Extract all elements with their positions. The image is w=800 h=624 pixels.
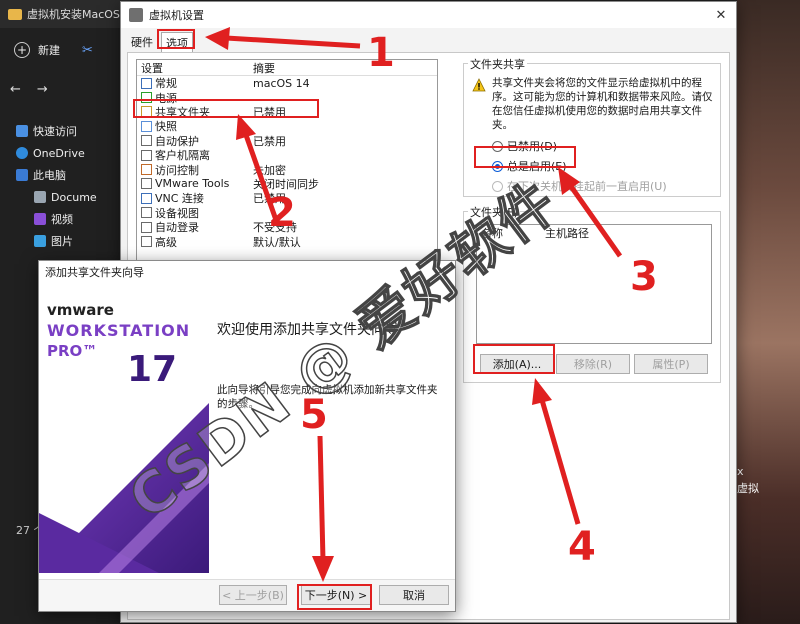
forward-arrow-icon[interactable]: → (37, 82, 48, 97)
explorer-title: 虚拟机安装MacOS (27, 8, 120, 21)
snapshot-icon (141, 120, 152, 132)
options-row-name: 访问控制 (155, 163, 199, 177)
options-row[interactable]: 常规 macOS 14 (137, 76, 437, 90)
sidebar-item-label: 此电脑 (33, 169, 66, 182)
sidebar-item-label: OneDrive (33, 146, 85, 160)
sidebar-item-label: 图片 (51, 235, 73, 248)
options-row[interactable]: 快照 (137, 119, 437, 133)
cloud-icon (16, 147, 28, 159)
options-row-name: VMware Tools (155, 177, 230, 191)
options-row[interactable]: VMware Tools 关闭时间同步 (137, 177, 437, 191)
scissors-icon[interactable]: ✂ (82, 43, 93, 58)
sidebar-item-videos[interactable]: 视频 (0, 208, 130, 230)
share-description: 共享文件夹会将您的文件显示给虚拟机中的程序。这可能为您的计算机和数据带来风险。请… (492, 77, 713, 131)
sidebar-item-pictures[interactable]: 图片 (0, 230, 130, 252)
annotation-number: 3 (630, 254, 658, 300)
sidebar-item-this-pc[interactable]: 此电脑 (0, 164, 130, 186)
sidebar-item-onedrive[interactable]: OneDrive (0, 142, 130, 164)
annotation-number: 1 (367, 30, 395, 76)
options-list: 设置 摘要 常规 macOS 14 电源 共享文件夹 已禁用 快照 自动保护 已禁用 客户机隔离… (136, 59, 438, 269)
document-icon (34, 191, 46, 203)
options-row[interactable]: 自动保护 已禁用 (137, 134, 437, 148)
properties-button[interactable]: 属性(P) (634, 354, 708, 374)
new-label: 新建 (38, 44, 60, 57)
highlight-options-tab (157, 29, 195, 49)
options-row[interactable]: 访问控制 未加密 (137, 162, 437, 178)
vmtools-icon (141, 178, 152, 190)
brand-version: 17 (127, 349, 178, 390)
options-row-summary: 已禁用 (253, 134, 286, 148)
access-icon (141, 164, 152, 176)
plus-icon: + (14, 42, 30, 58)
options-row-summary: macOS 14 (253, 76, 310, 90)
close-icon[interactable]: ✕ (712, 6, 730, 24)
desktop-background: x 虚拟 (737, 0, 800, 624)
highlight-next-button (297, 584, 372, 610)
annotation-number: 2 (268, 190, 296, 236)
header-setting: 设置 (141, 62, 163, 75)
clock-icon (141, 135, 152, 147)
vm-icon (129, 8, 143, 22)
login-icon (141, 221, 152, 233)
folder-icon (8, 8, 22, 20)
header-summary: 摘要 (253, 62, 275, 75)
brand-pro: PRO™ (47, 342, 98, 360)
annotation-number: 4 (568, 524, 596, 570)
advanced-icon (141, 236, 152, 247)
bg-text: 虚拟 (737, 482, 759, 495)
settings-titlebar: 虚拟机设置 (121, 2, 736, 28)
tab-hardware[interactable]: 硬件 (127, 32, 157, 52)
bg-text: x (737, 465, 744, 478)
computer-icon (16, 169, 28, 181)
explorer-nav: ← → (10, 82, 48, 97)
options-row[interactable]: 高级 默认/默认 (137, 234, 437, 250)
settings-title: 虚拟机设置 (149, 9, 204, 22)
sidebar-item-label: 快速访问 (33, 125, 77, 138)
brand-vmware: vmware (47, 301, 114, 319)
sidebar-item-documents[interactable]: Docume (0, 186, 130, 208)
sidebar-item-label: 视频 (51, 213, 73, 226)
video-icon (34, 213, 46, 225)
cancel-button[interactable]: 取消 (379, 585, 449, 605)
lock-icon (141, 149, 152, 161)
highlight-add-button (473, 344, 555, 374)
warning-icon (472, 78, 486, 92)
options-row-name: 高级 (155, 235, 177, 249)
options-row[interactable]: 客户机隔离 (137, 148, 437, 162)
device-icon (141, 207, 152, 219)
wizard-footer: < 上一步(B) 下一步(N) > 取消 (39, 579, 455, 611)
sidebar-item-quick-access[interactable]: 快速访问 (0, 120, 130, 142)
explorer-sidebar: 快速访问 OneDrive 此电脑 Docume 视频 图片 (0, 120, 130, 252)
highlight-shared-folders-row (133, 99, 319, 118)
star-icon (16, 125, 28, 137)
options-row-name-cell: 高级 (137, 234, 253, 250)
group-title: 文件夹共享 (468, 56, 527, 72)
vnc-icon (141, 192, 152, 204)
explorer-new-button[interactable]: + 新建 ✂ (0, 28, 130, 72)
back-button[interactable]: < 上一步(B) (219, 585, 287, 605)
picture-icon (34, 235, 46, 247)
sidebar-item-label: Docume (51, 190, 97, 204)
options-row-name-cell: VMware Tools (137, 177, 253, 190)
remove-button[interactable]: 移除(R) (556, 354, 630, 374)
back-arrow-icon[interactable]: ← (10, 82, 21, 97)
monitor-icon (141, 77, 152, 89)
brand-workstation: WORKSTATION (47, 321, 191, 340)
options-row-name-cell: 访问控制 (137, 162, 253, 178)
explorer-titlebar: 虚拟机安装MacOS (0, 0, 130, 28)
